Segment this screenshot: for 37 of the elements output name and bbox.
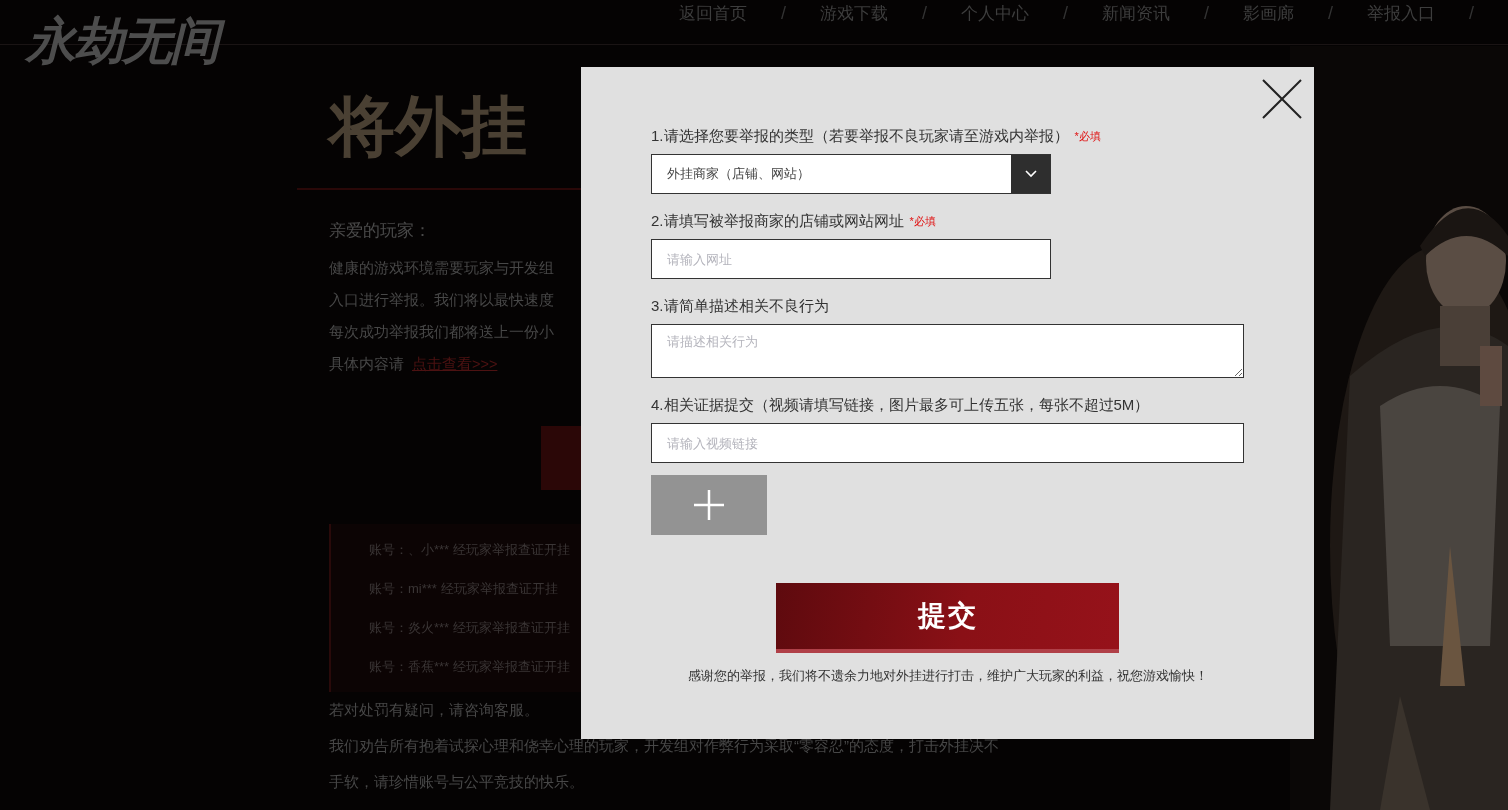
upload-button[interactable] [651,475,767,535]
paragraph-line: 手软，请珍惜账号与公平竞技的快乐。 [329,771,584,792]
nav-link[interactable]: 游戏下载 [819,0,888,27]
nav-separator: / [1469,2,1474,25]
paragraph-line: 具体内容请 [329,354,404,374]
details-link[interactable]: 点击查看>>> [412,347,498,380]
chevron-down-icon [1024,170,1037,178]
field-label: 4.相关证据提交（视频请填写链接，图片最多可上传五张，每张不超过5M） [651,396,1150,413]
nav-link[interactable]: 新闻资讯 [1101,0,1170,27]
nav-separator: / [780,2,786,25]
field-label: 3.请简单描述相关不良行为 [651,297,829,314]
logo[interactable]: 永劫无间 [22,8,230,76]
nav-separator: / [1062,2,1068,25]
field-label: 1.请选择您要举报的类型（若要举报不良玩家请至游戏内举报） [651,127,1069,144]
nav-separator: / [1327,2,1333,25]
paragraph-line: 若对处罚有疑问，请咨询客服。 [329,699,539,720]
type-select[interactable]: 外挂商家（店铺、网站） [651,154,1051,194]
required-mark: *必填 [1074,130,1101,142]
close-icon[interactable] [1262,79,1302,119]
nav-link[interactable]: 影画廊 [1242,0,1294,27]
submit-button[interactable]: 提交 [776,583,1119,653]
thanks-note: 感谢您的举报，我们将不遗余力地对外挂进行打击，维护广大玩家的利益，祝您游戏愉快！ [686,668,1209,685]
greeting: 亲爱的玩家： [329,219,431,243]
nav-link[interactable]: 返回首页 [678,0,747,27]
nav-separator: / [921,2,927,25]
nav-link[interactable]: 举报入口 [1367,0,1435,27]
nav-link[interactable]: 个人中心 [960,0,1029,27]
link-field[interactable]: 请输入视频链接 [651,423,1244,463]
field-label: 2.请填写被举报商家的店铺或网站网址 [651,212,904,229]
paragraph-line: 健康的游戏环境需要玩家与开发组 [329,258,554,278]
url-field[interactable]: 请输入网址 [651,239,1051,279]
nav-separator: / [1203,2,1209,25]
paragraph-line: 入口进行举报。我们将以最快速度 [329,290,554,310]
required-mark: *必填 [909,215,936,227]
plus-icon [694,490,724,520]
paragraph-line: 我们劝告所有抱着试探心理和侥幸心理的玩家，开发组对作弊行为采取“零容忍”的态度，打击外挂决不 [329,735,999,756]
description-field[interactable]: 请描述相关行为 [651,324,1244,378]
